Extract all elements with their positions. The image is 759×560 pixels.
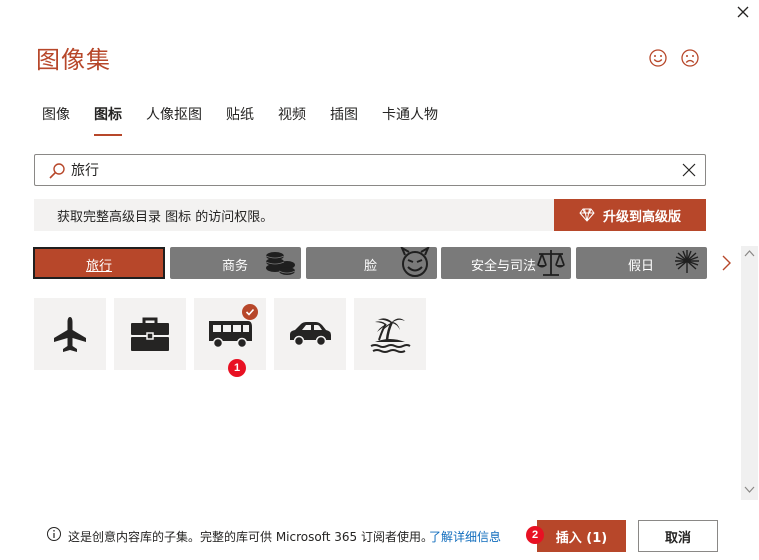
- category-label: 脸: [364, 259, 378, 274]
- category-travel[interactable]: 旅行: [33, 247, 165, 279]
- tab-illustrations[interactable]: 插图: [330, 104, 358, 136]
- category-safety-justice[interactable]: 安全与司法: [441, 247, 571, 279]
- category-label: 商务: [222, 259, 249, 274]
- step-badge-2: 2: [526, 526, 544, 544]
- icon-result-car[interactable]: [274, 298, 346, 370]
- checkmark-icon: [245, 308, 255, 316]
- airplane-icon: [54, 317, 86, 352]
- briefcase-icon: [131, 317, 169, 351]
- upgrade-label: 升级到高级版: [602, 209, 681, 225]
- search-input[interactable]: [71, 156, 671, 184]
- icon-result-briefcase[interactable]: [114, 298, 186, 370]
- feedback-sad-button[interactable]: [680, 48, 700, 68]
- icon-result-island[interactable]: [354, 298, 426, 370]
- footer-info-text: 这是创意内容库的子集。完整的库可供 Microsoft 365 订阅者使用。: [68, 530, 433, 544]
- selected-check-badge: [242, 304, 258, 320]
- close-icon: [737, 6, 749, 18]
- icon-result-airplane[interactable]: [34, 298, 106, 370]
- info-icon: [47, 527, 61, 541]
- chevron-down-icon[interactable]: [744, 486, 755, 494]
- tab-stickers[interactable]: 贴纸: [226, 104, 254, 136]
- smiley-happy-icon: [649, 49, 667, 67]
- tab-icons[interactable]: 图标: [94, 104, 122, 136]
- search-icon: [49, 163, 65, 179]
- search-box: [34, 154, 706, 186]
- results-scrollbar[interactable]: [741, 246, 758, 500]
- chevron-up-icon[interactable]: [744, 249, 755, 257]
- category-holidays[interactable]: 假日: [576, 247, 707, 279]
- island-icon: [370, 318, 411, 353]
- category-faces[interactable]: 脸: [306, 247, 437, 279]
- fireworks-icon: [675, 250, 699, 273]
- tab-videos[interactable]: 视频: [278, 104, 306, 136]
- car-icon: [290, 322, 331, 347]
- tab-images[interactable]: 图像: [42, 104, 70, 136]
- category-label: 安全与司法: [471, 259, 537, 274]
- premium-banner: 获取完整高级目录 图标 的访问权限。 升级到高级版: [34, 199, 706, 231]
- cancel-button[interactable]: 取消: [638, 520, 718, 552]
- devil-face-icon: [400, 247, 430, 277]
- learn-more-link[interactable]: 了解详细信息: [429, 528, 501, 545]
- chevron-right-icon[interactable]: [718, 254, 734, 272]
- bus-icon: [209, 321, 252, 349]
- diamond-icon: [579, 208, 595, 222]
- tab-cartoon-people[interactable]: 卡通人物: [382, 104, 438, 136]
- feedback-happy-button[interactable]: [648, 48, 668, 68]
- tab-cutout-people[interactable]: 人像抠图: [146, 104, 202, 136]
- coins-icon: [265, 252, 296, 275]
- category-label: 旅行: [85, 259, 112, 274]
- insert-button[interactable]: 插入 (1): [537, 520, 626, 552]
- close-button[interactable]: [733, 2, 753, 22]
- step-badge-1: 1: [228, 359, 246, 377]
- category-label: 假日: [628, 259, 655, 274]
- upgrade-button[interactable]: 升级到高级版: [554, 199, 706, 231]
- dialog-title: 图像集: [36, 46, 111, 74]
- premium-banner-text: 获取完整高级目录 图标 的访问权限。: [57, 210, 274, 225]
- scroll-track[interactable]: [741, 246, 758, 500]
- category-business[interactable]: 商务: [170, 247, 301, 279]
- smiley-sad-icon: [681, 49, 699, 67]
- scales-icon: [537, 250, 565, 276]
- clear-search-icon[interactable]: [681, 162, 697, 178]
